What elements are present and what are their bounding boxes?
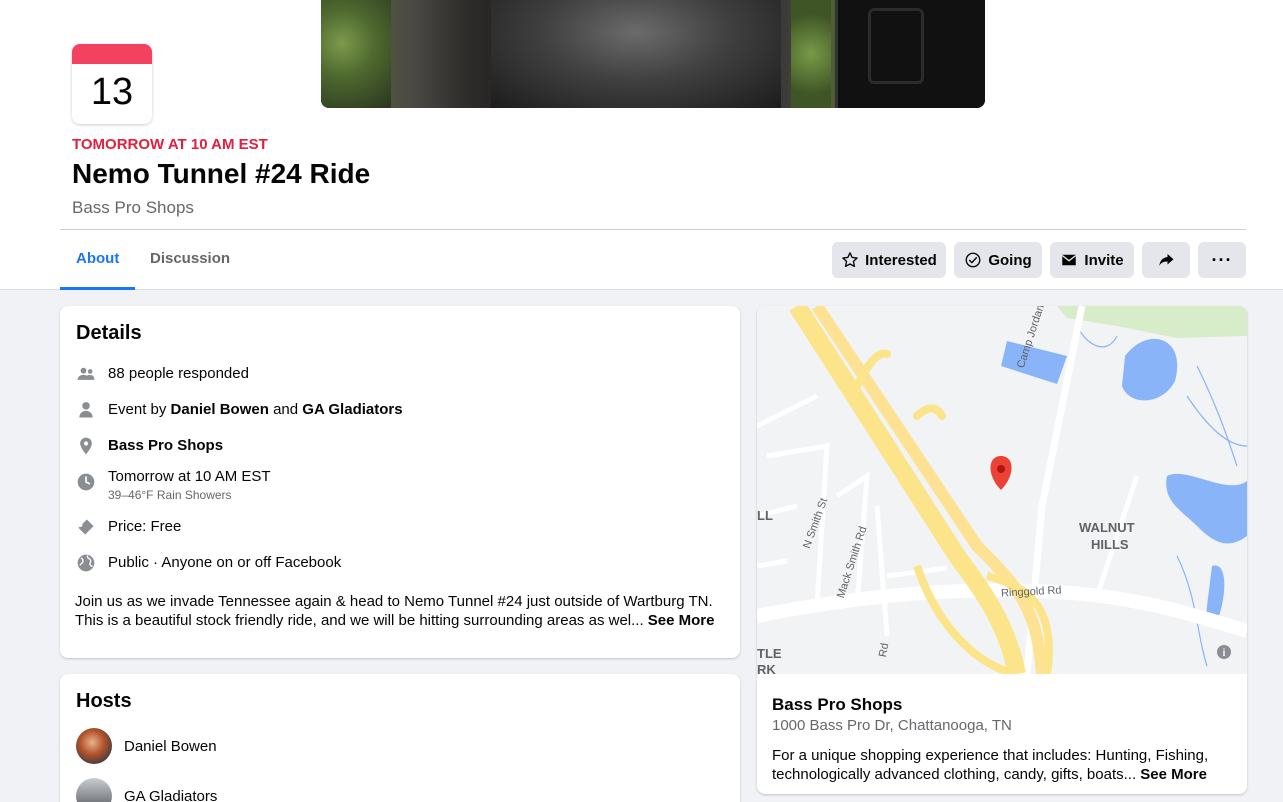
host-name[interactable]: GA Gladiators — [124, 788, 217, 802]
date-badge-band — [72, 44, 152, 64]
hosts-card: Hosts Daniel Bowen GA Gladiators — [60, 674, 740, 802]
more-options-button[interactable]: ··· — [1198, 242, 1246, 278]
going-button[interactable]: Going — [954, 242, 1042, 278]
host-name[interactable]: Daniel Bowen — [124, 738, 217, 755]
interested-label: Interested — [865, 251, 937, 269]
tab-discussion[interactable]: Discussion — [134, 230, 246, 290]
map-label-tle: TLE — [757, 646, 782, 661]
event-time: TOMORROW AT 10 AM EST — [72, 136, 268, 153]
svg-text:i: i — [1223, 648, 1226, 659]
event-location-link[interactable]: Bass Pro Shops — [72, 198, 194, 218]
location-see-more-link[interactable]: See More — [1140, 766, 1207, 783]
event-by-text: Event by Daniel Bowen and GA Gladiators — [108, 400, 403, 420]
map-label-ll: LL — [757, 508, 773, 523]
date-day: 13 — [90, 71, 134, 113]
place-link[interactable]: Bass Pro Shops — [108, 437, 223, 454]
price-row: Price: Free — [76, 517, 181, 537]
location-pin-icon — [76, 436, 96, 456]
vehicle-image — [835, 0, 985, 108]
location-card: i WALNUT HILLS Ringgold Rd Camp Jordan P… — [757, 306, 1247, 794]
host-link-daniel[interactable]: Daniel Bowen — [171, 401, 269, 418]
share-icon — [1159, 254, 1174, 266]
avatar[interactable] — [76, 778, 112, 802]
location-address: 1000 Bass Pro Dr, Chattanooga, TN — [772, 717, 1012, 734]
price-text: Price: Free — [108, 518, 182, 535]
details-card: Details 88 people responded Event by Dan… — [60, 306, 740, 658]
going-label: Going — [988, 251, 1032, 269]
share-button[interactable] — [1142, 242, 1190, 278]
privacy-row: Public · Anyone on or off Facebook — [76, 553, 341, 573]
globe-icon — [76, 553, 96, 573]
location-map[interactable]: i WALNUT HILLS Ringgold Rd Camp Jordan P… — [757, 306, 1247, 674]
map-label-rk: RK — [757, 662, 776, 674]
location-place-name[interactable]: Bass Pro Shops — [772, 695, 902, 715]
tab-about[interactable]: About — [60, 230, 136, 290]
people-icon — [76, 364, 96, 384]
invite-label: Invite — [1084, 251, 1124, 269]
weather-forecast: 39–46°F Rain Showers — [108, 488, 232, 502]
time-row: Tomorrow at 10 AM EST 39–46°F Rain Showe… — [76, 467, 271, 503]
description-line-1: Join us as we invade Tennessee again & h… — [75, 593, 713, 610]
ticket-icon — [76, 517, 96, 537]
envelope-icon — [1062, 254, 1077, 266]
hosts-heading: Hosts — [76, 690, 132, 712]
person-icon — [76, 400, 96, 420]
description-line-2: This is a beautiful stock friendly ride,… — [75, 612, 644, 629]
event-by-and: and — [268, 401, 303, 418]
see-more-link[interactable]: See More — [648, 612, 715, 629]
place-row: Bass Pro Shops — [76, 436, 223, 456]
location-about-line-1: For a unique shopping experience that in… — [772, 747, 1209, 764]
details-heading: Details — [76, 322, 142, 344]
privacy-text: Public · Anyone on or off Facebook — [108, 554, 342, 571]
host-link-ga[interactable]: GA Gladiators — [302, 401, 402, 418]
check-circle-icon — [965, 252, 981, 268]
map-graphic: i — [757, 306, 1247, 674]
host-item[interactable]: GA Gladiators — [76, 778, 217, 802]
map-label-rd: Rd — [877, 642, 892, 659]
interested-button[interactable]: Interested — [832, 242, 946, 278]
responded-row: 88 people responded — [76, 364, 249, 384]
responded-count: 88 people responded — [108, 365, 249, 382]
map-label-walnut: WALNUT — [1079, 520, 1135, 535]
map-label-hills: HILLS — [1091, 537, 1129, 552]
clock-icon — [76, 472, 96, 492]
star-icon — [842, 252, 858, 268]
avatar[interactable] — [76, 728, 112, 764]
host-item[interactable]: Daniel Bowen — [76, 728, 217, 764]
invite-button[interactable]: Invite — [1050, 242, 1134, 278]
more-icon: ··· — [1211, 249, 1233, 270]
event-title: Nemo Tunnel #24 Ride — [72, 158, 371, 189]
location-about-line-2: technologically advanced clothing, candy… — [772, 766, 1137, 783]
event-description: Join us as we invade Tennessee again & h… — [75, 592, 735, 630]
cover-photo[interactable] — [321, 0, 985, 108]
tunnel-image — [491, 0, 781, 108]
event-by-prefix: Event by — [108, 401, 171, 418]
location-about: For a unique shopping experience that in… — [772, 746, 1232, 784]
cover-foliage-right — [791, 0, 831, 108]
event-time-detail: Tomorrow at 10 AM EST — [108, 468, 271, 485]
cover-foliage — [321, 0, 391, 108]
date-badge: 13 — [72, 44, 152, 124]
event-header: 13 TOMORROW AT 10 AM EST Nemo Tunnel #24… — [0, 0, 1283, 290]
event-by-row: Event by Daniel Bowen and GA Gladiators — [76, 400, 403, 420]
